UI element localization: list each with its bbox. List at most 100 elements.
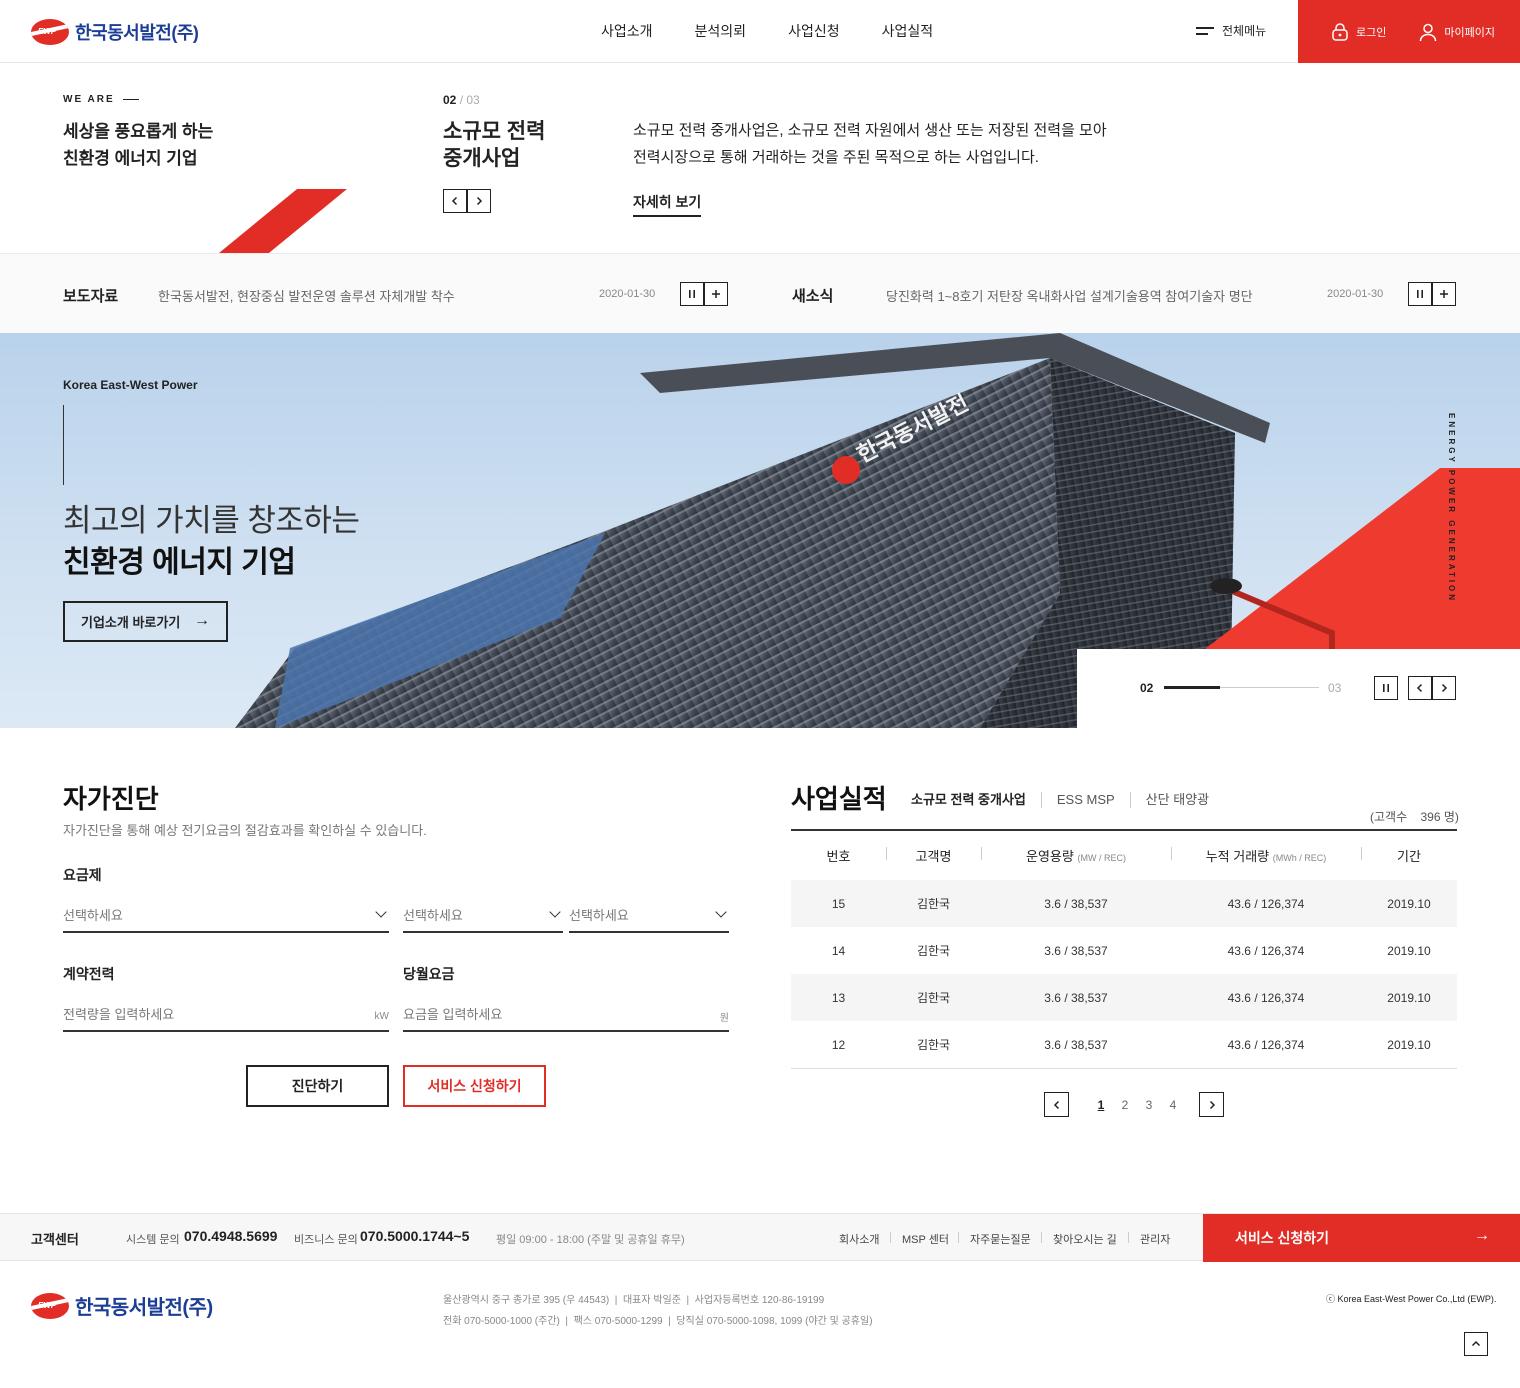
page-4[interactable]: 4 [1161,1098,1185,1112]
business-hours: 평일 09:00 - 18:00 (주말 및 공휴일 휴무) [496,1234,685,1246]
hero-divider [63,405,64,485]
ewp-logo-mark [31,19,69,45]
cell-customer: 김한국 [916,897,951,911]
rate-plan-select-2[interactable]: 선택하세요 [403,897,563,933]
news-headline[interactable]: 당진화력 1~8호기 저탄장 옥내화사업 설계기술용역 참여기술자 명단 [886,286,1253,305]
customer-count: (고객수 396 명) [1370,808,1459,825]
view-details-link[interactable]: 자세히 보기 [633,192,702,217]
diagnose-button[interactable]: 진단하기 [246,1065,389,1107]
pause-icon [1417,290,1423,298]
we-are-label: WE ARE [63,94,139,105]
results-table: 번호 고객명 운영용량 (MW / REC) 누적 거래량 (MWh / REC… [791,829,1457,1068]
hero-slide-total: 03 [1328,681,1342,695]
cell-volume: 43.6 / 126,374 [1227,1037,1305,1052]
page: 한국동서발전(주) 사업소개 분석의뢰 사업신청 사업실적 전체메뉴 로그인 마… [0,0,1520,1388]
table-row: 12 김한국 3.6 / 38,537 43.6 / 126,374 2019.… [791,1021,1457,1068]
cell-volume: 43.6 / 126,374 [1227,943,1305,958]
press-headline[interactable]: 한국동서발전, 현장중심 발전운영 솔루션 자체개발 착수 [158,286,455,305]
hero-prev-button[interactable] [1408,676,1432,700]
nav-business-apply[interactable]: 사업신청 [767,0,861,63]
all-menu-button[interactable]: 전체메뉴 [1196,22,1266,39]
customer-count-label: (고객수 [1370,810,1408,824]
footer-address-line1: 울산광역시 중구 종가로 395 (우 44543) | 대표자 박일준 | 사… [443,1295,825,1306]
cell-volume: 43.6 / 126,374 [1227,990,1305,1005]
tab-small-power[interactable]: 소규모 전력 중개사업 [911,792,1041,808]
footer-address: 울산광역시 중구 종가로 395 (우 44543) [443,1295,610,1306]
service-apply-button[interactable]: 서비스 신청하기 [403,1065,546,1107]
customer-count-value: 396 명) [1420,810,1459,824]
footer-link-company[interactable]: 회사소개 [839,1231,879,1247]
page-next-button[interactable] [1199,1092,1224,1117]
hero-progress-track [1164,686,1319,689]
cell-period: 2019.10 [1387,943,1431,958]
business-prev-button[interactable] [443,189,467,213]
news-title: 새소식 [792,288,834,305]
nav-business-intro[interactable]: 사업소개 [580,0,674,63]
mypage-button[interactable]: 마이페이지 [1418,22,1495,42]
nav-business-results[interactable]: 사업실적 [861,0,955,63]
page-3[interactable]: 3 [1137,1098,1161,1112]
footer-link-location[interactable]: 찾아오시는 길 [1053,1231,1117,1247]
business-name: 소규모 전력 중개사업 [443,118,583,172]
footer-link-admin[interactable]: 관리자 [1140,1231,1170,1247]
login-button[interactable]: 로그인 [1330,22,1386,42]
cell-customer: 김한국 [916,1038,951,1052]
chevron-right-icon [1441,683,1448,693]
monthly-fee-input[interactable]: 요금을 입력하세요 원 [403,996,729,1032]
hero-progress-fill [1164,686,1220,689]
page-2[interactable]: 2 [1113,1098,1137,1112]
footer-link-msp[interactable]: MSP 센터 [902,1231,949,1247]
table-header: 번호 고객명 운영용량 (MW / REC) 누적 거래량 (MWh / REC… [791,831,1457,880]
business-next-button[interactable] [467,189,491,213]
table-row: 14 김한국 3.6 / 38,537 43.6 / 126,374 2019.… [791,927,1457,974]
arrow-right-icon: → [1474,1227,1490,1244]
press-more-button[interactable] [704,282,728,306]
business-slide-current: 02 [443,93,457,107]
logo[interactable]: 한국동서발전(주) [31,19,199,45]
cell-customer: 김한국 [916,944,951,958]
hero-next-button[interactable] [1432,676,1456,700]
news-more-button[interactable] [1432,282,1456,306]
chevron-down-icon [715,905,727,918]
chevron-left-icon [1053,1100,1059,1109]
chevron-down-icon [549,905,561,918]
red-diagonal-stripe [219,189,347,253]
diagnosis-title: 자가진단 [63,784,159,814]
diagnosis-subtitle: 자가진단을 통해 예상 전기요금의 절감효과를 확인하실 수 있습니다. [63,823,427,838]
cell-capacity: 3.6 / 38,537 [1044,896,1108,911]
footer-tel: 전화 070-5000-1000 (주간) [443,1316,560,1327]
intro-copy-line2: 친환경 에너지 기업 [63,149,198,168]
main-nav: 사업소개 분석의뢰 사업신청 사업실적 [580,0,954,63]
press-date: 2020-01-30 [599,288,656,300]
site-header: 한국동서발전(주) 사업소개 분석의뢰 사업신청 사업실적 전체메뉴 로그인 마… [0,0,1520,63]
rate-plan-select-1[interactable]: 선택하세요 [63,897,389,933]
hamburger-icon [1196,26,1214,36]
footer-service-apply-button[interactable]: 서비스 신청하기 → [1203,1214,1520,1262]
contract-power-input[interactable]: 전력량을 입력하세요 kW [63,996,389,1032]
table-row: 13 김한국 3.6 / 38,537 43.6 / 126,374 2019.… [791,974,1457,1021]
contract-power-unit: kW [374,1010,389,1022]
news-pause-button[interactable] [1408,282,1432,306]
ewp-logo-mark [31,1292,69,1319]
results-tabs: 소규모 전력 중개사업 ESS MSP 산단 태양광 [911,792,1224,808]
rate-plan-select-3[interactable]: 선택하세요 [569,897,729,933]
hero-pause-button[interactable] [1374,676,1398,700]
customer-center-bar: 고객센터 시스템 문의 070.4948.5699 비즈니스 문의 070.50… [0,1213,1520,1262]
footer-link-faq[interactable]: 자주묻는질문 [970,1231,1031,1247]
tab-ess-msp[interactable]: ESS MSP [1040,792,1130,808]
press-pause-button[interactable] [680,282,704,306]
footer-ceo: 대표자 박일준 [622,1295,681,1306]
company-intro-button[interactable]: 기업소개 바로가기 → [63,601,228,642]
pause-icon [1383,684,1389,692]
cell-customer: 김한국 [916,991,951,1005]
system-inquiry-number: 070.4948.5699 [184,1228,278,1244]
business-description: 소규모 전력 중개사업은, 소규모 전력 자원에서 생산 또는 저장된 전력을 … [633,117,1107,171]
page-prev-button[interactable] [1044,1092,1069,1117]
business-description-line1: 소규모 전력 중개사업은, 소규모 전력 자원에서 생산 또는 저장된 전력을 … [633,122,1107,139]
page-1[interactable]: 1 [1089,1098,1113,1112]
tab-industrial-solar[interactable]: 산단 태양광 [1129,792,1224,808]
nav-analysis-request[interactable]: 분석의뢰 [674,0,768,63]
scroll-top-button[interactable] [1464,1332,1488,1356]
footer-fax: 팩스 070-5000-1299 [573,1316,663,1327]
chevron-right-icon [1209,1100,1215,1109]
